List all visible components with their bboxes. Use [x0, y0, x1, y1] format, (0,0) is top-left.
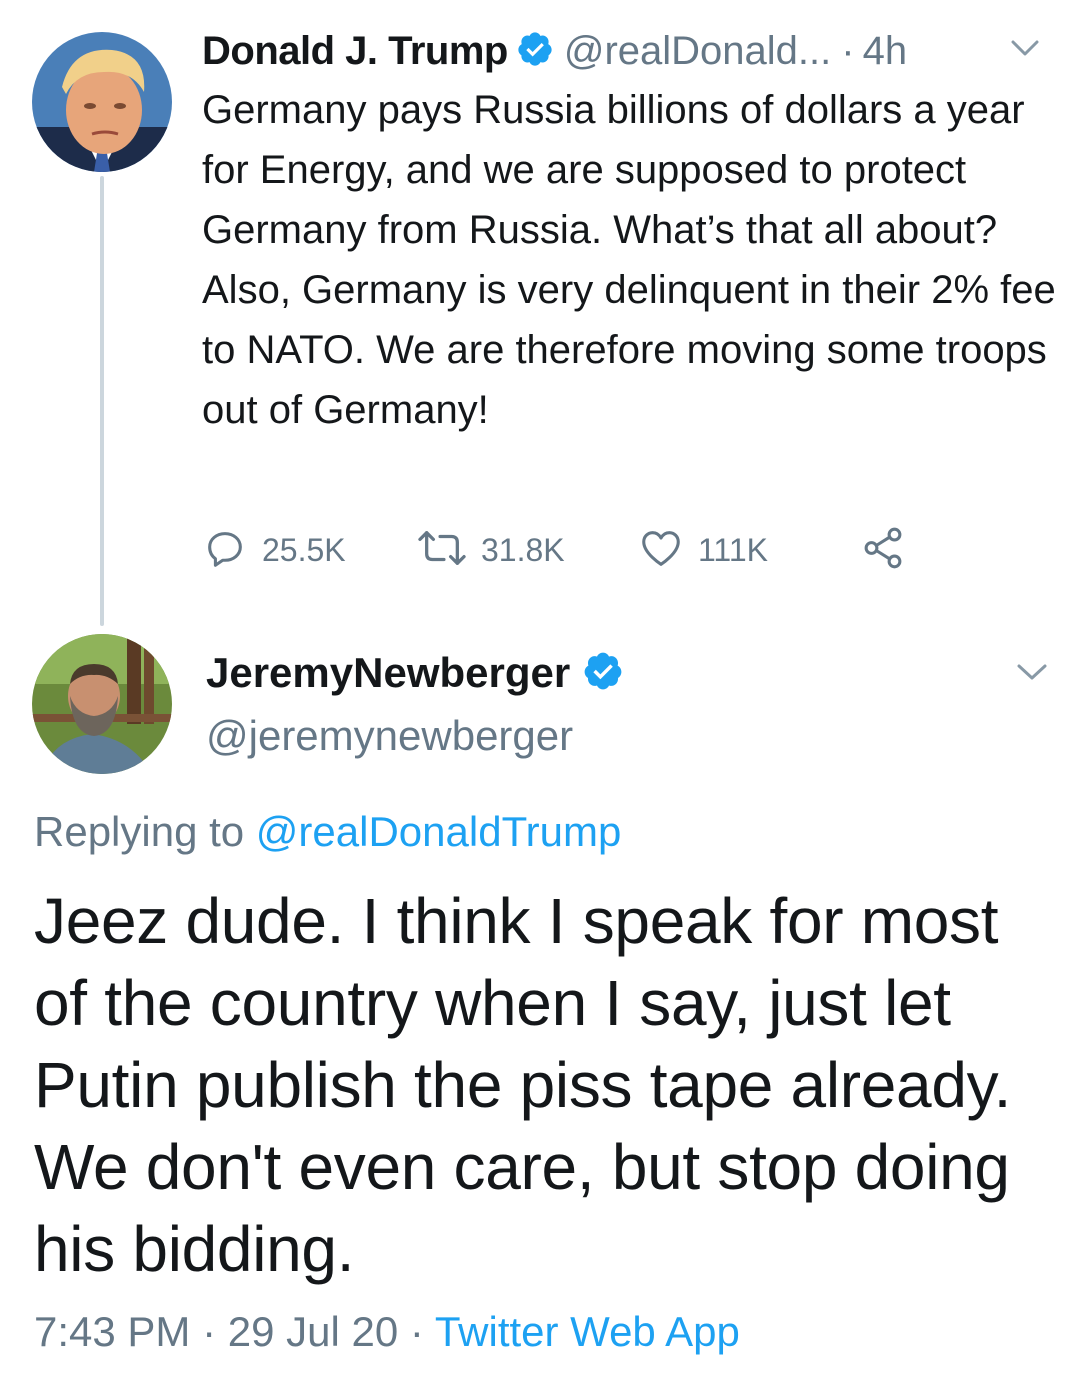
replying-to-label: Replying to [34, 808, 245, 855]
reply-display-name[interactable]: JeremyNewberger [206, 649, 570, 697]
reply-date[interactable]: 29 Jul 20 [228, 1308, 398, 1355]
thread-connector-line [100, 176, 104, 626]
reply-source-link[interactable]: Twitter Web App [435, 1308, 740, 1355]
parent-display-name[interactable]: Donald J. Trump [202, 29, 508, 74]
retweet-count: 31.8K [481, 531, 565, 568]
reply-handle[interactable]: @jeremynewberger [206, 712, 573, 760]
parent-avatar[interactable] [32, 32, 172, 172]
retweet-icon [417, 525, 467, 576]
verified-badge-icon [582, 650, 624, 697]
parent-action-bar: 25.5K 31.8K 111K [202, 523, 922, 577]
parent-timestamp[interactable]: 4h [863, 29, 908, 74]
like-action[interactable]: 111K [638, 523, 768, 577]
retweet-action[interactable]: 31.8K [417, 523, 565, 577]
parent-tweet-header: Donald J. Trump @realDonald... · 4h [202, 26, 907, 76]
parent-handle[interactable]: @realDonald... [564, 29, 831, 74]
like-icon [638, 525, 684, 576]
share-icon [860, 525, 906, 576]
share-action[interactable] [860, 523, 906, 577]
reply-metadata: 7:43 PM · 29 Jul 20 · Twitter Web App [34, 1308, 740, 1356]
replying-to-line: Replying to @realDonaldTrump [34, 808, 621, 856]
reply-count: 25.5K [262, 531, 346, 568]
reply-action[interactable]: 25.5K [202, 523, 346, 577]
separator-dot: · [841, 28, 855, 73]
reply-tweet-header: JeremyNewberger [206, 645, 624, 701]
chevron-down-icon[interactable] [1016, 662, 1048, 687]
separator-dot: · [202, 1308, 217, 1355]
replying-to-mention[interactable]: @realDonaldTrump [256, 808, 622, 855]
chevron-down-icon[interactable] [1010, 38, 1040, 63]
verified-badge-icon [516, 30, 554, 73]
reply-icon [202, 525, 248, 576]
like-count: 111K [698, 531, 768, 568]
separator-dot: · [409, 1308, 424, 1355]
parent-tweet-text: Germany pays Russia billions of dollars … [202, 88, 1056, 432]
reply-tweet-text: Jeez dude. I think I speak for most of t… [34, 885, 1012, 1285]
reply-time[interactable]: 7:43 PM [34, 1308, 190, 1355]
reply-avatar[interactable] [32, 634, 172, 774]
